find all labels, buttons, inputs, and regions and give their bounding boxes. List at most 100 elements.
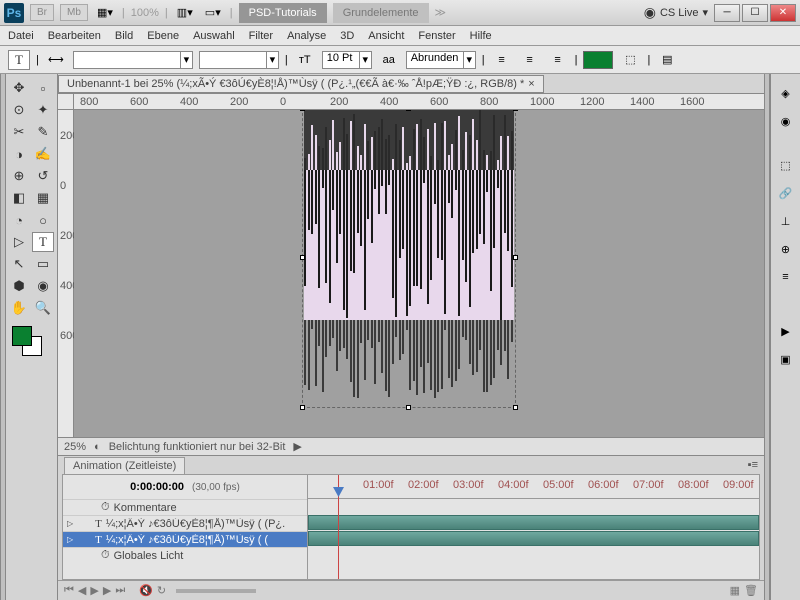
timeline-area[interactable]: 01:00f02:00f03:00f04:00f05:00f06:00f07:0… — [308, 475, 759, 579]
brush-tool[interactable]: ✍ — [32, 144, 54, 164]
zoom-tool[interactable]: 🔍 — [32, 298, 54, 318]
document-tab[interactable]: Unbenannt-1 bei 25% (¼;xÃ•Ý €3ôÚ€yÈ8¦!Å)… — [58, 75, 544, 93]
workspace-tab-tutorials[interactable]: PSD-Tutorials — [239, 3, 327, 23]
selection-box[interactable] — [302, 110, 516, 408]
transform-icon[interactable]: ⬚ — [775, 154, 797, 176]
loop-icon[interactable]: ↻ — [157, 584, 166, 597]
blur-tool[interactable]: ◔ — [8, 210, 30, 230]
menu-datei[interactable]: Datei — [8, 30, 34, 42]
zoom-slider[interactable] — [176, 589, 256, 593]
play-icon[interactable]: ▶ — [90, 584, 98, 597]
links-icon[interactable]: 🔗 — [775, 182, 797, 204]
crop-tool[interactable]: ✂ — [8, 122, 30, 142]
menu-analyse[interactable]: Analyse — [287, 30, 326, 42]
fontsize-icon: тT — [294, 49, 316, 71]
close-tab-icon[interactable]: × — [528, 78, 534, 90]
tree-icon[interactable]: ⊥ — [775, 210, 797, 232]
track-layer-2[interactable]: ▷T¼;x¦Ä•Ý ♪€3ôÚ€yÈ8¦¶Å)™Ùsÿ ( ( — [63, 531, 307, 547]
track-comments[interactable]: ⏱Kommentare — [63, 499, 307, 515]
menu-hilfe[interactable]: Hilfe — [470, 30, 492, 42]
font-style-select[interactable]: ▾ — [199, 51, 279, 69]
workspace-tab-grund[interactable]: Grundelemente — [333, 3, 429, 23]
timecode[interactable]: 0:00:00:00(30,00 fps) — [63, 475, 307, 499]
orientation-icon[interactable]: ⟷ — [45, 49, 67, 71]
camera-tool[interactable]: ◉ — [32, 276, 54, 296]
font-size-select[interactable]: 10 Pt▾ — [322, 51, 372, 69]
menu-bearbeiten[interactable]: Bearbeiten — [48, 30, 101, 42]
align-right-icon[interactable]: ≡ — [547, 49, 569, 71]
menu-filter[interactable]: Filter — [249, 30, 273, 42]
zoom-readout[interactable]: 25% — [64, 441, 86, 453]
node-icon[interactable]: ⊕ — [775, 238, 797, 260]
color-swatches[interactable] — [8, 326, 55, 356]
stack-icon[interactable]: ≡ — [775, 266, 797, 288]
align-center-icon[interactable]: ≡ — [519, 49, 541, 71]
history-tool[interactable]: ↺ — [32, 166, 54, 186]
prev-icon[interactable]: ◀ — [78, 584, 86, 597]
animation-tab[interactable]: Animation (Zeitleiste) — [64, 457, 185, 474]
screen-icon[interactable]: ▭▾ — [202, 2, 224, 24]
menu-fenster[interactable]: Fenster — [418, 30, 455, 42]
layers-icon[interactable]: ◈ — [775, 82, 797, 104]
canvas-viewport[interactable] — [74, 110, 764, 437]
track-global-light[interactable]: ⏱Globales Licht — [63, 547, 307, 563]
playhead[interactable] — [338, 475, 339, 579]
track-layer-1[interactable]: ▷T¼;x¦Ä•Ý ♪€3ôÚ€yÈ8¦¶Å)™Ùsÿ ( (P¿. — [63, 515, 307, 531]
exposure-icon: ◐ — [94, 441, 101, 453]
lasso-tool[interactable]: ⊙ — [8, 100, 30, 120]
stamp-tool[interactable]: ⊕ — [8, 166, 30, 186]
heal-tool[interactable]: ◑ — [8, 144, 30, 164]
minibridge-button[interactable]: Mb — [60, 4, 88, 21]
menu-3d[interactable]: 3D — [340, 30, 354, 42]
close-button[interactable]: ✕ — [770, 4, 796, 22]
zoom-level[interactable]: 100% — [131, 7, 159, 19]
maximize-button[interactable]: ☐ — [742, 4, 768, 22]
clip-layer-1[interactable] — [308, 515, 759, 530]
pen-tool[interactable]: ▷ — [8, 232, 30, 252]
ruler-vertical[interactable]: 2000200400600 — [58, 110, 74, 437]
menu-auswahl[interactable]: Auswahl — [193, 30, 235, 42]
font-family-select[interactable]: ▾ — [73, 51, 193, 69]
more-icon[interactable]: ≫ — [435, 6, 447, 19]
view-icon[interactable]: ▥▾ — [174, 2, 196, 24]
dodge-tool[interactable]: ○ — [32, 210, 54, 230]
align-left-icon[interactable]: ≡ — [491, 49, 513, 71]
hand-tool[interactable]: ✋ — [8, 298, 30, 318]
wand-tool[interactable]: ✦ — [32, 100, 54, 120]
menu-ebene[interactable]: Ebene — [147, 30, 179, 42]
toolbox: ✥▫ ⊙✦ ✂✎ ◑✍ ⊕↺ ◧▦ ◔○ ▷T ↖▭ ⬢◉ ✋🔍 — [6, 74, 58, 600]
color-icon[interactable]: ◉ — [775, 110, 797, 132]
convert-icon[interactable]: ▦ — [730, 584, 740, 597]
next-icon[interactable]: ▶ — [103, 584, 111, 597]
eraser-tool[interactable]: ◧ — [8, 188, 30, 208]
panel-menu-icon[interactable]: ▪≡ — [748, 459, 758, 471]
type-tool[interactable]: T — [32, 232, 54, 252]
menu-ansicht[interactable]: Ansicht — [368, 30, 404, 42]
move-tool[interactable]: ✥ — [8, 78, 30, 98]
tool-preset[interactable]: T — [8, 50, 30, 70]
time-ruler[interactable]: 01:00f02:00f03:00f04:00f05:00f06:00f07:0… — [308, 475, 759, 499]
ruler-horizontal[interactable]: 8006004002000200400600800100012001400160… — [74, 94, 764, 110]
play-panel-icon[interactable]: ▶ — [775, 320, 797, 342]
clip-layer-2[interactable] — [308, 531, 759, 546]
media-icon[interactable]: ▣ — [775, 348, 797, 370]
audio-icon[interactable]: 🔇 — [139, 584, 153, 597]
antialias-select[interactable]: Abrunden▾ — [406, 51, 476, 69]
layout-icon[interactable]: ▦▾ — [94, 2, 116, 24]
bridge-button[interactable]: Br — [30, 4, 54, 21]
shape-tool[interactable]: ▭ — [32, 254, 54, 274]
minimize-button[interactable]: ─ — [714, 4, 740, 22]
end-icon[interactable]: ⏭ — [115, 584, 125, 597]
3d-tool[interactable]: ⬢ — [8, 276, 30, 296]
path-tool[interactable]: ↖ — [8, 254, 30, 274]
cslive-button[interactable]: ◉CS Live▾ — [644, 4, 708, 21]
text-color-swatch[interactable] — [583, 51, 613, 69]
warp-icon[interactable]: ⬚ — [619, 49, 641, 71]
gradient-tool[interactable]: ▦ — [32, 188, 54, 208]
marquee-tool[interactable]: ▫ — [32, 78, 54, 98]
paragraph-icon[interactable]: ▤ — [656, 49, 678, 71]
delete-icon[interactable]: 🗑 — [744, 584, 758, 597]
eyedrop-tool[interactable]: ✎ — [32, 122, 54, 142]
menu-bild[interactable]: Bild — [115, 30, 133, 42]
rewind-icon[interactable]: ⏮ — [64, 584, 74, 597]
